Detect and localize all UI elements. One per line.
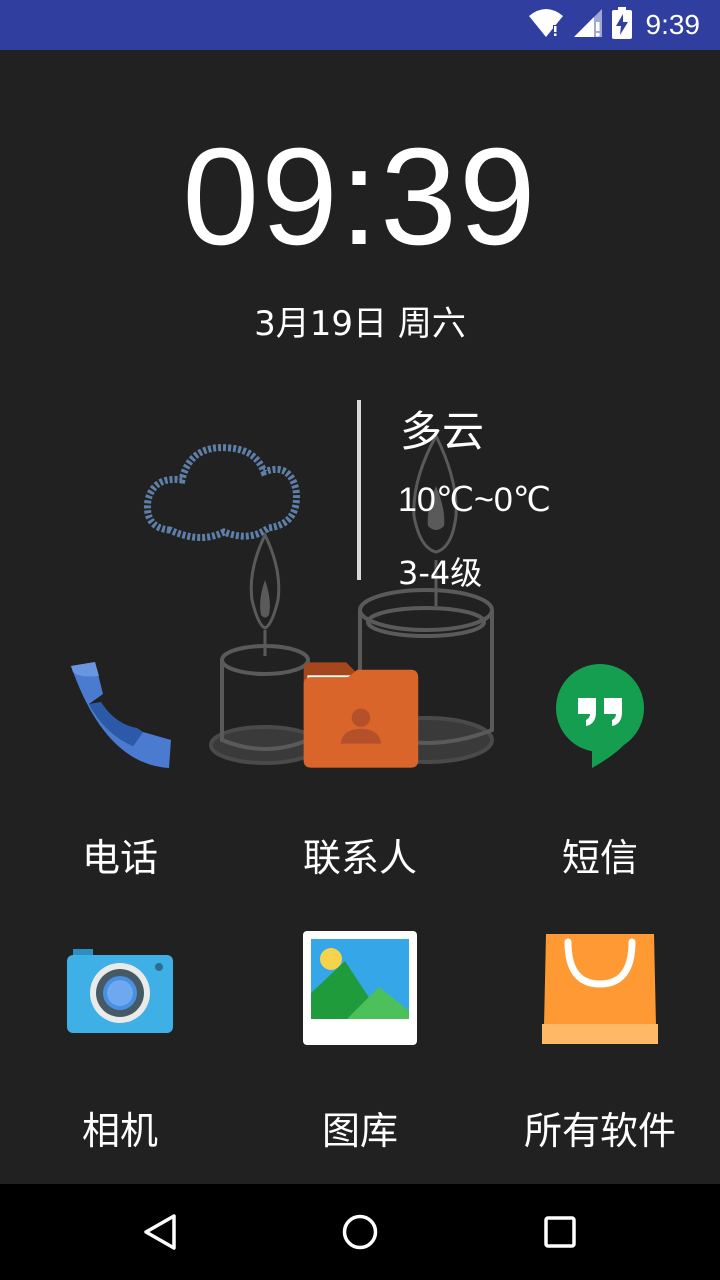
status-icons: 9:39 (528, 0, 701, 50)
app-label: 所有软件 (523, 1109, 676, 1153)
app-label: 短信 (561, 836, 638, 880)
weather-condition[interactable]: 多云 (400, 398, 484, 459)
recents-button[interactable] (520, 1202, 600, 1262)
weather-temperature[interactable]: 10℃~0℃ (398, 480, 551, 520)
all-apps-bag-icon (540, 928, 660, 1048)
app-messages[interactable]: 短信 (480, 655, 720, 885)
app-label: 电话 (81, 836, 158, 880)
signal-icon (572, 8, 604, 42)
back-button[interactable] (120, 1202, 200, 1262)
recents-icon (544, 1216, 576, 1248)
app-camera[interactable]: 相机 (0, 928, 240, 1158)
back-icon (144, 1214, 176, 1250)
app-phone[interactable]: 电话 (0, 655, 240, 885)
home-icon (342, 1214, 378, 1250)
app-all-apps[interactable]: 所有软件 (480, 928, 720, 1158)
clock-time[interactable]: 09:39 (0, 128, 720, 266)
weather-wind[interactable]: 3-4级 (398, 548, 482, 594)
app-label: 图库 (321, 1109, 398, 1153)
contacts-folder-icon (300, 655, 420, 775)
phone-icon (60, 655, 180, 775)
app-label: 联系人 (302, 836, 417, 880)
home-button[interactable] (320, 1202, 400, 1262)
app-gallery[interactable]: 图库 (240, 928, 480, 1158)
gallery-icon (300, 928, 420, 1048)
app-label: 相机 (81, 1109, 158, 1153)
app-contacts[interactable]: 联系人 (240, 655, 480, 885)
clock-date[interactable]: 3月19日 周六 (0, 296, 720, 345)
wifi-icon (528, 8, 564, 42)
navigation-bar (0, 1184, 720, 1280)
hangouts-messages-icon (540, 655, 660, 775)
cloud-icon (143, 444, 300, 541)
status-time: 9:39 (645, 9, 701, 40)
camera-icon (60, 928, 180, 1048)
weather-divider (357, 400, 361, 580)
battery-charging-icon (611, 7, 632, 43)
status-bar: 9:39 (0, 0, 720, 50)
